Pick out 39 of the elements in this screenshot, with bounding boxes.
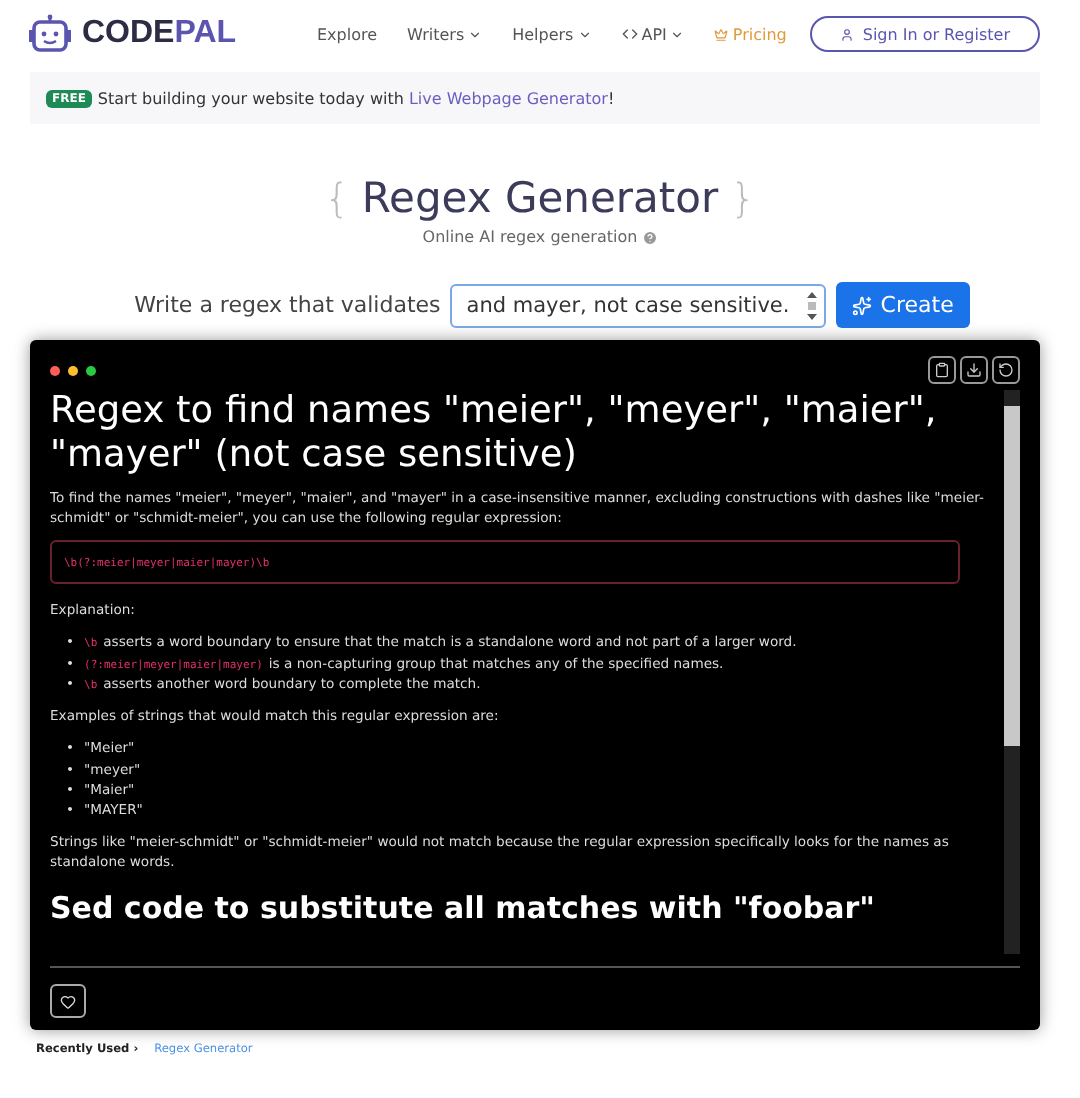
robot-logo-icon <box>28 14 72 54</box>
window-dot <box>50 365 60 375</box>
reset-button[interactable] <box>992 356 1020 384</box>
nav-menu[interactable]: Writers <box>407 25 483 43</box>
chevron-icon <box>577 27 592 41</box>
reset-icon <box>998 362 1014 378</box>
page-title: Regex Generator <box>361 174 719 222</box>
heart-icon <box>60 993 76 1009</box>
download-button[interactable] <box>960 356 988 384</box>
scroll-arrows-icon <box>806 289 819 321</box>
sparkle-icon <box>852 295 873 315</box>
brace: { <box>324 174 350 222</box>
copy-button[interactable] <box>928 356 956 384</box>
chevron-icon <box>468 27 483 41</box>
nav-menu[interactable]: Helpers <box>512 25 592 43</box>
window-dot <box>68 365 78 375</box>
page-subtitle: Online AI regex generation <box>422 228 638 246</box>
clipboard-icon <box>934 362 950 378</box>
help-icon[interactable] <box>641 229 658 245</box>
create-button[interactable]: Create <box>836 282 970 328</box>
nav-menu[interactable]: API <box>621 25 685 43</box>
crown-icon <box>714 27 729 41</box>
chevron-icon <box>670 27 685 41</box>
code-icon <box>621 26 638 42</box>
brace: } <box>730 174 756 222</box>
promo-text: Start building your website today with Live Webpage Generator! <box>97 89 615 107</box>
generator-link[interactable]: Live Webpage Generator <box>408 89 608 107</box>
nav-link[interactable]: Explore <box>317 25 378 43</box>
prompt-field[interactable]: and mayer, not case sensitive. <box>450 283 827 327</box>
logo-text[interactable]: CODEPAL <box>82 16 237 52</box>
section-heading: Sed code to substitute all matches with "foobar" <box>50 887 877 930</box>
sign-in-button[interactable]: Sign In or Register <box>810 16 1040 52</box>
download-icon <box>966 362 982 378</box>
user-icon <box>840 27 855 41</box>
window-dot <box>86 365 96 375</box>
like-button[interactable] <box>50 984 86 1018</box>
scrollbar[interactable] <box>1004 390 1020 954</box>
result-heading: Regex to find names "meier", "meyer", "maier", "mayer" (not case sensitive) <box>50 390 939 478</box>
prompt-label: Write a regex that validates <box>134 292 441 318</box>
